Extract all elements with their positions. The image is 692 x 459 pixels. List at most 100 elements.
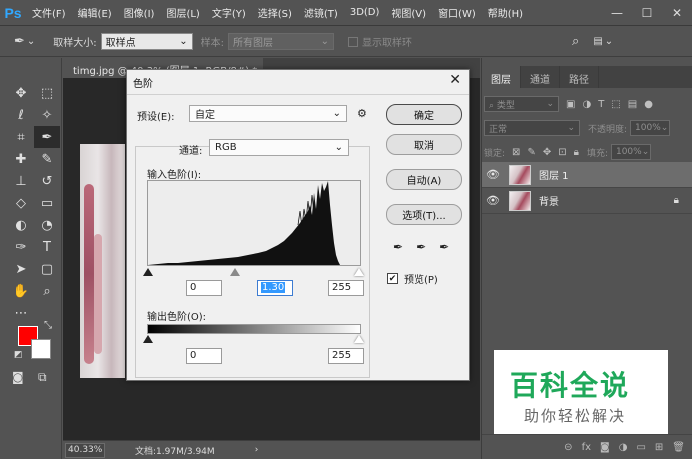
pixel-filter-icon[interactable]: ▣ bbox=[566, 99, 575, 110]
output-white-slider[interactable] bbox=[354, 335, 364, 343]
black-point-eyedropper-icon[interactable]: ✒ bbox=[393, 240, 403, 254]
status-menu-arrow-icon[interactable]: › bbox=[255, 445, 259, 455]
smart-object-filter-icon[interactable]: ▤ bbox=[628, 99, 637, 110]
magic-wand-tool-icon[interactable]: ✧ bbox=[34, 104, 60, 126]
menu-filter[interactable]: 滤镜(T) bbox=[298, 5, 344, 20]
gradient-tool-icon[interactable]: ▭ bbox=[34, 192, 60, 214]
more-tools-icon[interactable]: ⋯ bbox=[8, 302, 34, 324]
eyedropper-tool-icon[interactable]: ✒ bbox=[34, 126, 60, 148]
healing-brush-tool-icon[interactable]: ✚ bbox=[8, 148, 34, 170]
menu-help[interactable]: 帮助(H) bbox=[482, 5, 529, 20]
tab-layers[interactable]: 图层 bbox=[482, 66, 521, 88]
white-point-eyedropper-icon[interactable]: ✒ bbox=[439, 240, 449, 254]
adjustment-layer-icon[interactable]: ◑ bbox=[619, 442, 628, 453]
options-button[interactable]: 选项(T)... bbox=[386, 204, 462, 225]
lock-transparent-icon[interactable]: ⊠ bbox=[512, 147, 520, 158]
default-colors-icon[interactable]: ◩ bbox=[14, 350, 23, 360]
input-gamma-field[interactable]: 1.30 bbox=[257, 280, 293, 296]
type-tool-icon[interactable]: T bbox=[34, 236, 60, 258]
output-black-field[interactable]: 0 bbox=[186, 348, 222, 364]
lock-image-icon[interactable]: ✎ bbox=[527, 147, 535, 158]
eye-icon[interactable]: 👁︎ bbox=[482, 168, 504, 181]
new-layer-icon[interactable]: ⊞ bbox=[655, 442, 663, 453]
group-folder-icon[interactable]: ▭ bbox=[636, 442, 645, 453]
blend-mode-select[interactable]: 正常 ⌄ bbox=[484, 120, 580, 136]
history-brush-tool-icon[interactable]: ↺ bbox=[34, 170, 60, 192]
screen-mode-icon[interactable]: ⧉ bbox=[38, 370, 47, 385]
search-icon[interactable]: ⌕ bbox=[572, 34, 579, 49]
brush-tool-icon[interactable]: ✎ bbox=[34, 148, 60, 170]
marquee-tool-icon[interactable]: ⬚ bbox=[34, 82, 60, 104]
dodge-tool-icon[interactable]: ◔ bbox=[34, 214, 60, 236]
menu-edit[interactable]: 编辑(E) bbox=[72, 5, 118, 20]
swap-colors-icon[interactable]: ⤡ bbox=[44, 320, 52, 331]
input-white-field[interactable]: 255 bbox=[328, 280, 364, 296]
eye-icon[interactable]: 👁︎ bbox=[482, 194, 504, 207]
input-white-slider[interactable] bbox=[354, 268, 364, 276]
menu-image[interactable]: 图像(I) bbox=[118, 5, 161, 20]
path-selection-tool-icon[interactable]: ➤ bbox=[8, 258, 34, 280]
fill-field[interactable]: 100% ⌄ bbox=[610, 144, 651, 160]
cancel-button[interactable]: 取消 bbox=[386, 134, 462, 155]
channel-select[interactable]: RGB ⌄ bbox=[209, 139, 349, 156]
tab-channels[interactable]: 通道 bbox=[521, 66, 560, 88]
preview-toggle[interactable]: ✔ 预览(P) bbox=[387, 271, 438, 286]
input-slider-track[interactable] bbox=[143, 266, 364, 278]
output-black-slider[interactable] bbox=[143, 335, 153, 343]
menu-3d[interactable]: 3D(D) bbox=[344, 7, 386, 18]
layer-row[interactable]: 👁︎ 背景 🔒︎ bbox=[482, 188, 692, 214]
tool-preset-chevron-icon[interactable]: ⌄ bbox=[27, 36, 35, 47]
trash-icon[interactable]: 🗑︎ bbox=[672, 442, 685, 453]
filter-toggle-icon[interactable]: ● bbox=[644, 99, 653, 110]
opacity-field[interactable]: 100% ⌄ bbox=[630, 120, 671, 136]
preset-select[interactable]: 自定 ⌄ bbox=[189, 105, 347, 122]
artboard-lock-icon[interactable]: ⊡ bbox=[558, 147, 566, 158]
link-layers-icon[interactable]: ⊝ bbox=[564, 442, 572, 453]
menu-window[interactable]: 窗口(W) bbox=[432, 5, 482, 20]
maximize-icon[interactable]: ☐ bbox=[632, 0, 662, 26]
type-filter-icon[interactable]: T bbox=[598, 99, 604, 110]
add-mask-icon[interactable]: ◙ bbox=[600, 442, 610, 453]
zoom-tool-icon[interactable]: ⌕ bbox=[34, 280, 60, 302]
fx-icon[interactable]: fx bbox=[582, 442, 591, 453]
pen-tool-icon[interactable]: ✑ bbox=[8, 236, 34, 258]
shape-filter-icon[interactable]: ⬚ bbox=[611, 99, 620, 110]
eraser-tool-icon[interactable]: ◇ bbox=[8, 192, 34, 214]
menu-file[interactable]: 文件(F) bbox=[26, 5, 72, 20]
adjustment-filter-icon[interactable]: ◑ bbox=[582, 99, 591, 110]
sample-layers-select[interactable]: 所有图层 ⌄ bbox=[228, 33, 335, 50]
output-white-field[interactable]: 255 bbox=[328, 348, 364, 364]
preset-options-gear-icon[interactable]: ⚙︎ bbox=[357, 107, 367, 120]
menu-layer[interactable]: 图层(L) bbox=[160, 5, 205, 20]
lasso-tool-icon[interactable]: ℓ bbox=[8, 104, 34, 126]
layer-kind-filter[interactable]: ⌕ 类型 ⌄ bbox=[484, 96, 559, 112]
close-icon[interactable]: ✕ bbox=[449, 72, 461, 88]
blur-tool-icon[interactable]: ◐ bbox=[8, 214, 34, 236]
tab-paths[interactable]: 路径 bbox=[560, 66, 599, 88]
show-ring-checkbox[interactable] bbox=[348, 36, 359, 47]
gray-point-eyedropper-icon[interactable]: ✒ bbox=[416, 240, 426, 254]
menu-view[interactable]: 视图(V) bbox=[385, 5, 432, 20]
sample-size-select[interactable]: 取样点 ⌄ bbox=[100, 33, 193, 50]
zoom-level-field[interactable]: 40.33% bbox=[65, 442, 105, 458]
crop-tool-icon[interactable]: ⌗ bbox=[8, 126, 34, 148]
close-icon[interactable]: ✕ bbox=[662, 0, 692, 26]
ok-button[interactable]: 确定 bbox=[386, 104, 462, 125]
lock-position-icon[interactable]: ✥ bbox=[543, 147, 551, 158]
workspace-icon[interactable]: ▤ bbox=[593, 36, 602, 47]
quick-mask-icon[interactable]: ◙ bbox=[12, 370, 24, 384]
menu-type[interactable]: 文字(Y) bbox=[206, 5, 252, 20]
workspace-chevron-icon[interactable]: ⌄ bbox=[605, 36, 613, 47]
eyedropper-tool-icon[interactable]: ✒ bbox=[14, 34, 25, 49]
output-slider-track[interactable] bbox=[143, 333, 364, 345]
move-tool-icon[interactable]: ✥ bbox=[8, 82, 34, 104]
input-gamma-slider[interactable] bbox=[230, 268, 240, 276]
menu-select[interactable]: 选择(S) bbox=[252, 5, 298, 20]
clone-stamp-tool-icon[interactable]: ⊥ bbox=[8, 170, 34, 192]
rectangle-tool-icon[interactable]: ▢ bbox=[34, 258, 60, 280]
minimize-icon[interactable]: — bbox=[602, 0, 632, 26]
hand-tool-icon[interactable]: ✋ bbox=[8, 280, 34, 302]
lock-all-icon[interactable]: 🔒︎ bbox=[574, 147, 579, 158]
preview-checkbox[interactable]: ✔ bbox=[387, 273, 398, 284]
layer-row[interactable]: 👁︎ 图层 1 bbox=[482, 162, 692, 188]
